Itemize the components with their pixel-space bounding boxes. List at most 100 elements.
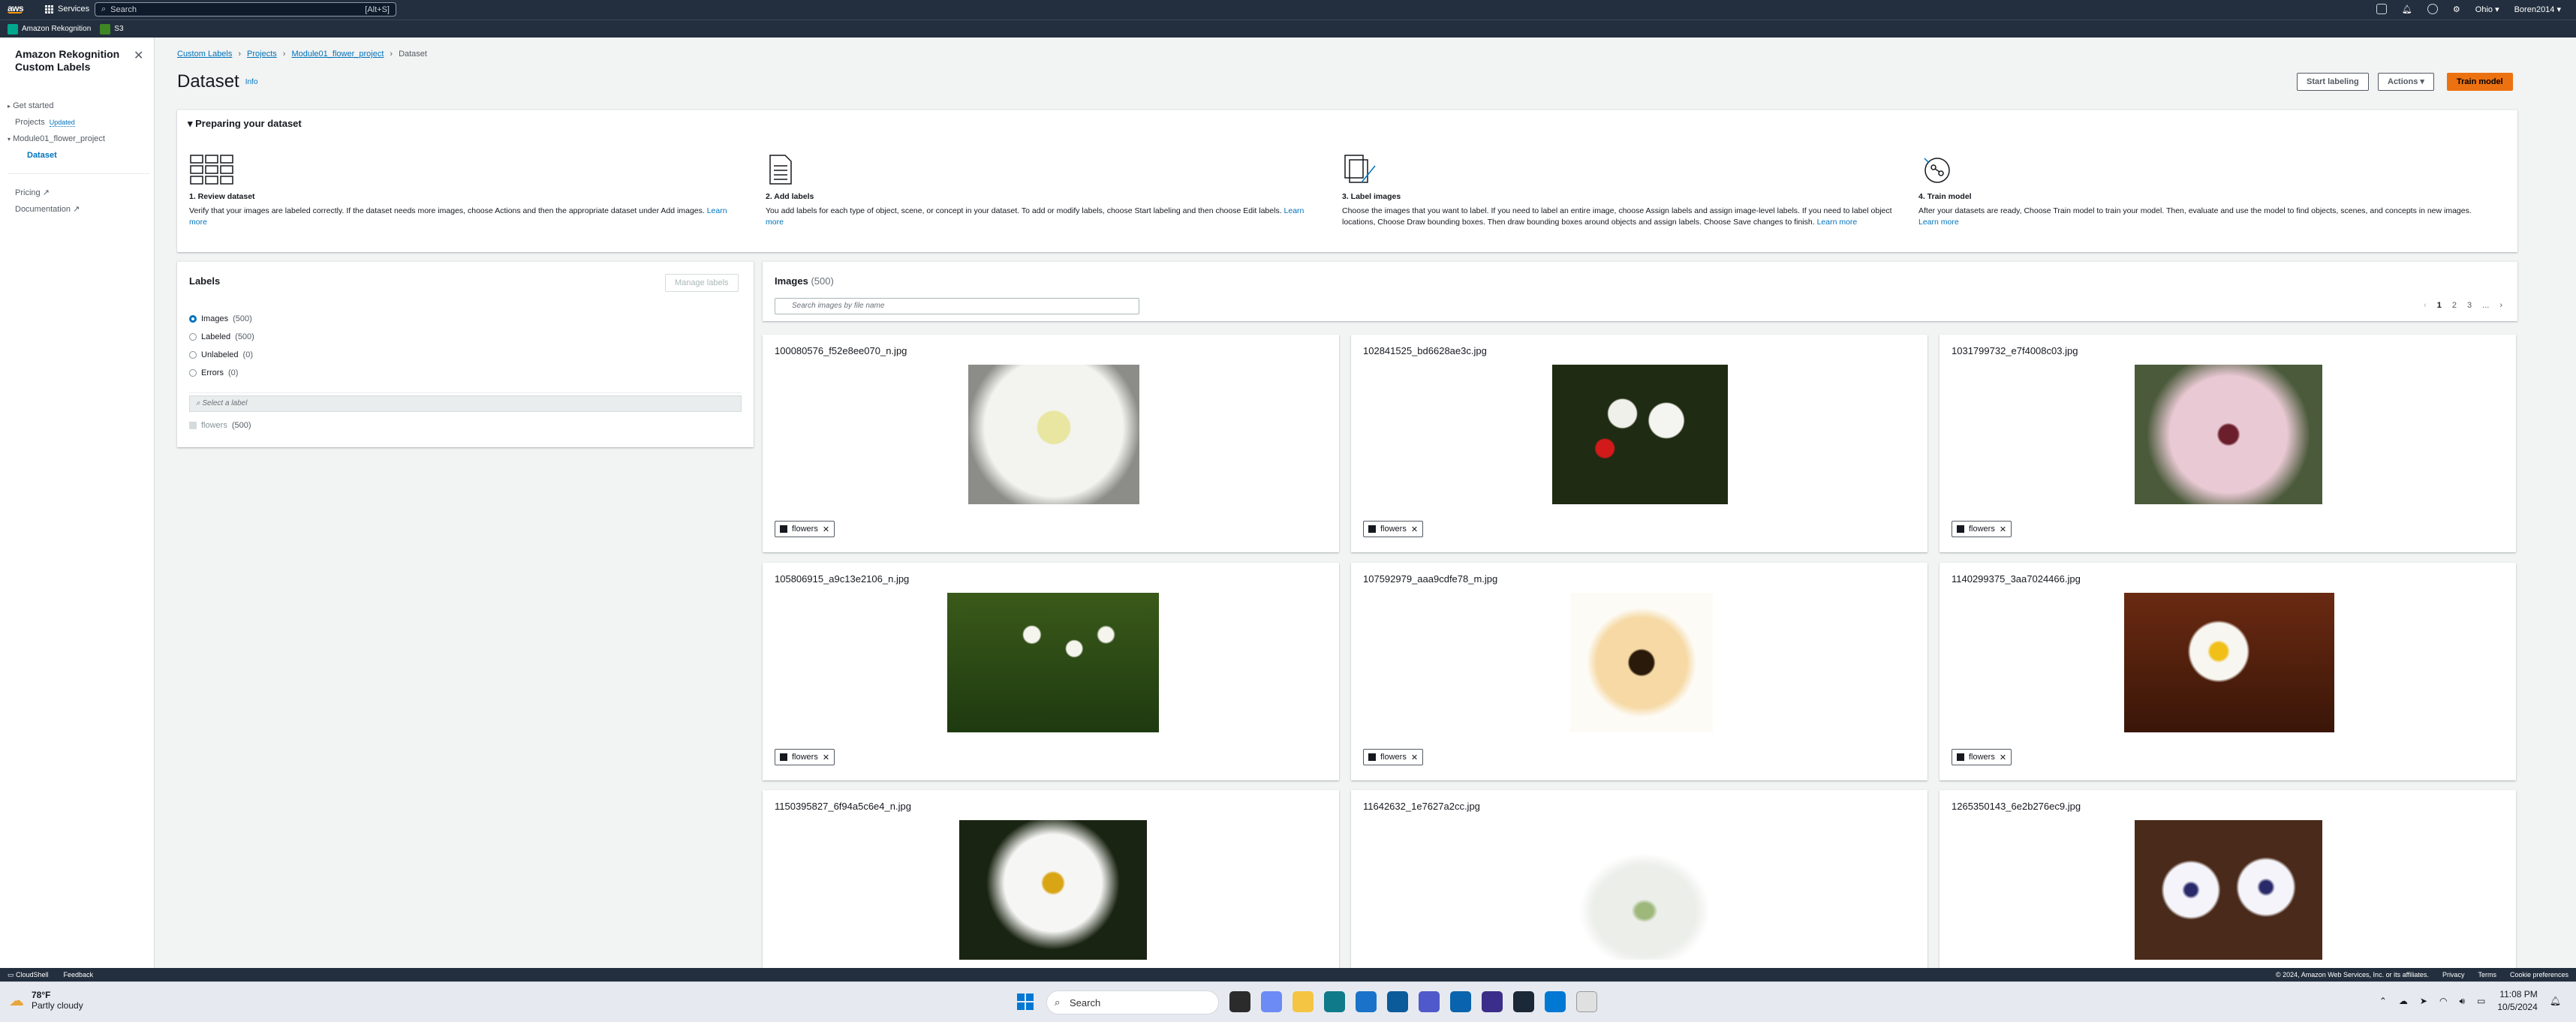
teams-icon[interactable]	[1419, 991, 1440, 1012]
page-2[interactable]: 2	[2452, 301, 2457, 310]
page-1[interactable]: 1	[2437, 301, 2442, 310]
manage-labels-button[interactable]: Manage labels	[665, 274, 739, 292]
favorite-s3[interactable]: S3	[100, 23, 124, 35]
battery-icon[interactable]: ▭	[2477, 996, 2485, 1006]
actions-dropdown[interactable]: Actions ▾	[2378, 73, 2434, 91]
document-icon	[769, 155, 792, 185]
image-thumbnail[interactable]	[947, 593, 1159, 732]
image-thumbnail[interactable]	[2135, 820, 2322, 960]
region-selector[interactable]: Ohio ▾	[2475, 5, 2499, 14]
cloudshell-link[interactable]: ▭ CloudShell	[8, 971, 49, 979]
step-add-labels: 2. Add labels You add labels for each typ…	[766, 152, 1323, 228]
close-icon[interactable]: ✕	[823, 753, 829, 762]
edge-icon[interactable]	[1356, 991, 1377, 1012]
review-dataset-icon	[190, 155, 233, 185]
feedback-link[interactable]: Feedback	[64, 971, 94, 978]
privacy-link[interactable]: Privacy	[2442, 971, 2465, 978]
close-icon[interactable]: ✕	[823, 525, 829, 534]
clock[interactable]: 11:08 PM 10/5/2024	[2497, 988, 2537, 1014]
image-card[interactable]: 105806915_a9c13e2106_n.jpg flowers ✕	[763, 563, 1339, 780]
wifi-icon[interactable]: ◠	[2439, 996, 2447, 1006]
breadcrumb-custom-labels[interactable]: Custom Labels	[177, 50, 232, 59]
page-3[interactable]: 3	[2467, 301, 2472, 310]
task-view-icon[interactable]	[1229, 991, 1250, 1012]
label-item-flowers[interactable]: flowers (500)	[189, 416, 251, 434]
account-menu[interactable]: Boren2014 ▾	[2514, 5, 2561, 14]
top-navigation: aws Services ⌕ Search [Alt+S] 🔔︎ ⚙ Ohio …	[0, 0, 2576, 20]
image-thumbnail[interactable]	[959, 820, 1147, 960]
chevron-up-icon[interactable]: ⌃	[2379, 996, 2387, 1006]
cloudshell-icon[interactable]	[2376, 4, 2387, 14]
help-icon[interactable]	[2427, 4, 2438, 14]
vscode-icon[interactable]	[1545, 991, 1566, 1012]
global-search-input[interactable]: ⌕ Search [Alt+S]	[95, 2, 396, 17]
breadcrumb-project[interactable]: Module01_flower_project	[291, 50, 384, 59]
next-page-icon[interactable]: ›	[2499, 301, 2502, 310]
label-images-icon	[1344, 155, 1376, 183]
image-card[interactable]: 1265350143_6e2b276ec9.jpg	[1940, 790, 2516, 968]
onedrive-icon[interactable]: ☁	[2399, 996, 2408, 1006]
copilot-icon[interactable]	[1261, 991, 1282, 1012]
image-card[interactable]: 102841525_bd6628ae3c.jpg flowers ✕	[1351, 335, 1927, 552]
filter-errors[interactable]: Errors (0)	[189, 364, 742, 382]
breadcrumb-projects[interactable]: Projects	[247, 50, 277, 59]
close-icon[interactable]: ✕	[134, 48, 143, 63]
image-card[interactable]: 1150395827_6f94a5c6e4_n.jpg	[763, 790, 1339, 968]
label-search-input[interactable]: ⌕ Select a label	[189, 395, 742, 412]
start-labeling-button[interactable]: Start labeling	[2297, 73, 2369, 91]
prep-toggle[interactable]: ▾ Preparing your dataset	[188, 118, 302, 130]
sidebar-item-pricing[interactable]: Pricing ↗	[8, 185, 150, 201]
label-tag: flowers ✕	[1363, 521, 1424, 537]
close-icon[interactable]: ✕	[2000, 525, 2006, 534]
terms-link[interactable]: Terms	[2478, 971, 2496, 978]
volume-icon[interactable]: 🔊︎	[2459, 996, 2465, 1007]
sidebar-item-project[interactable]: ▾ Module01_flower_project	[8, 131, 150, 147]
services-menu[interactable]: Services	[45, 5, 89, 14]
image-card[interactable]: 100080576_f52e8ee070_n.jpg flowers ✕	[763, 335, 1339, 552]
close-icon[interactable]: ✕	[2000, 753, 2006, 762]
train-model-icon	[1924, 158, 1950, 183]
taskbar-search[interactable]: ⌕ Search	[1046, 990, 1219, 1014]
sidebar-item-projects[interactable]: Projects Updated	[8, 114, 150, 131]
location-icon[interactable]: ➤	[2420, 996, 2427, 1006]
app-icon[interactable]	[1482, 991, 1503, 1012]
sidebar-item-dataset[interactable]: Dataset	[8, 147, 150, 164]
train-model-button[interactable]: Train model	[2447, 73, 2513, 91]
image-card[interactable]: 1031799732_e7f4008c03.jpg flowers ✕	[1940, 335, 2516, 552]
favorite-rekognition[interactable]: Amazon Rekognition	[8, 23, 91, 35]
close-icon[interactable]: ✕	[1411, 525, 1418, 534]
prev-page-icon[interactable]: ‹	[2424, 301, 2427, 310]
image-card[interactable]: 1140299375_3aa7024466.jpg flowers ✕	[1940, 563, 2516, 780]
cookie-preferences-link[interactable]: Cookie preferences	[2510, 971, 2568, 978]
snipping-tool-icon[interactable]	[1576, 991, 1597, 1012]
info-link[interactable]: Info	[245, 78, 258, 86]
image-thumbnail[interactable]	[2124, 593, 2334, 732]
image-thumbnail[interactable]	[968, 365, 1139, 504]
label-tag: flowers ✕	[1952, 749, 2012, 765]
start-button[interactable]	[1015, 991, 1036, 1012]
filter-labeled[interactable]: Labeled (500)	[189, 328, 742, 346]
gear-icon[interactable]: ⚙	[2453, 5, 2460, 14]
filter-images[interactable]: Images (500)	[189, 310, 742, 328]
image-thumbnail[interactable]	[2135, 365, 2322, 504]
image-thumbnail[interactable]	[1542, 820, 1747, 960]
image-card[interactable]: 11642632_1e7627a2cc.jpg	[1351, 790, 1927, 968]
app-icon[interactable]	[1387, 991, 1408, 1012]
image-search-input[interactable]: Search images by file name	[775, 298, 1139, 314]
store-icon[interactable]	[1324, 991, 1345, 1012]
weather-widget[interactable]: ☁ 78°F Partly cloudy	[9, 990, 83, 1011]
steam-icon[interactable]	[1513, 991, 1534, 1012]
notifications-icon[interactable]: 🔔︎	[2550, 996, 2561, 1006]
sidebar-item-get-started[interactable]: ▸ Get started	[8, 98, 150, 114]
sidebar-item-documentation[interactable]: Documentation ↗	[8, 201, 150, 218]
image-thumbnail[interactable]	[1552, 365, 1728, 504]
image-card[interactable]: 107592979_aaa9cdfe78_m.jpg flowers ✕	[1351, 563, 1927, 780]
bell-icon[interactable]: 🔔︎	[2402, 5, 2412, 14]
close-icon[interactable]: ✕	[1411, 753, 1418, 762]
step-train-model: 4. Train model After your datasets are re…	[1918, 152, 2475, 228]
filter-unlabeled[interactable]: Unlabeled (0)	[189, 346, 742, 364]
aws-logo[interactable]: aws	[8, 3, 24, 14]
outlook-icon[interactable]	[1450, 991, 1471, 1012]
file-explorer-icon[interactable]	[1293, 991, 1314, 1012]
image-thumbnail[interactable]	[1570, 593, 1713, 732]
